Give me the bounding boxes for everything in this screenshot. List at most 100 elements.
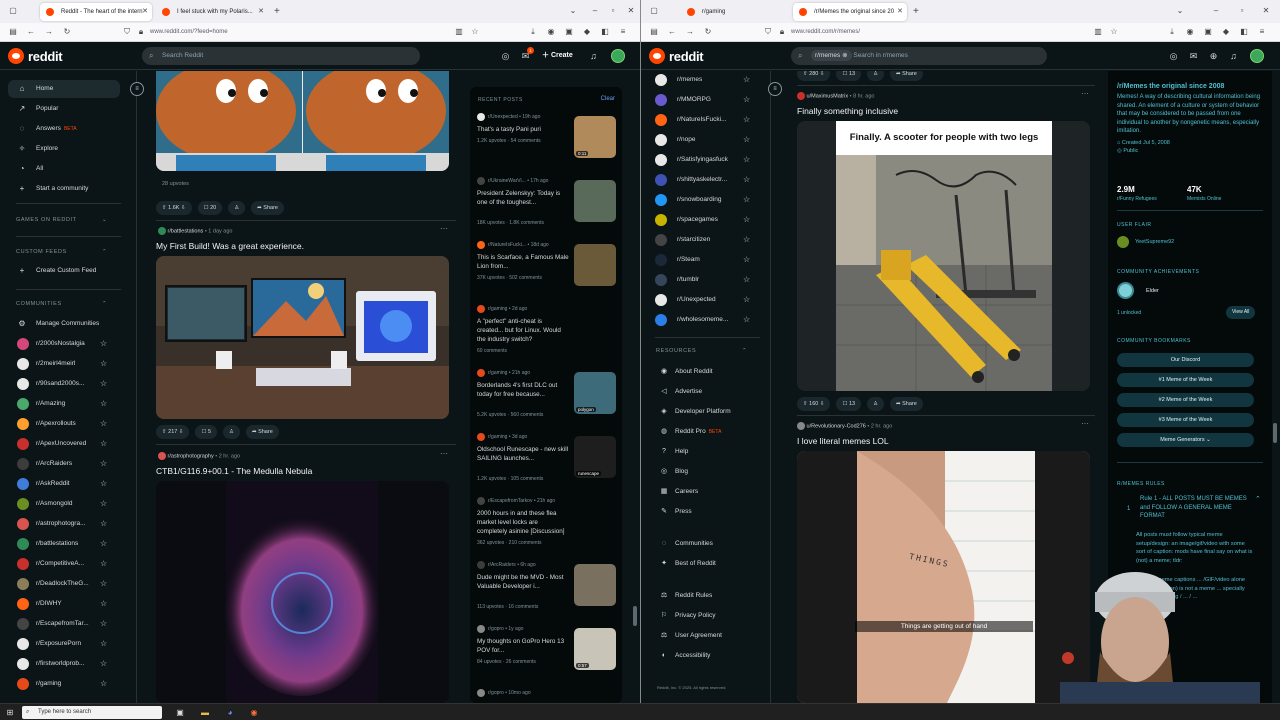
nav-popular[interactable]: ↗ Popular bbox=[8, 100, 120, 118]
advertise-icon[interactable]: ◎ bbox=[500, 51, 511, 62]
flair-username[interactable]: YeetSupreme92 bbox=[1135, 239, 1174, 245]
community-item[interactable]: r/tumblr ☆ bbox=[653, 271, 765, 289]
avatar[interactable] bbox=[611, 49, 625, 63]
create-button[interactable]: ＋ Create bbox=[542, 50, 573, 62]
extension-icon[interactable]: ▣ bbox=[1203, 27, 1213, 37]
taskbar-search[interactable]: ⌕ Type here to search bbox=[22, 706, 162, 719]
favorite-star-icon[interactable]: ☆ bbox=[100, 335, 107, 353]
extension-icon[interactable]: ◧ bbox=[1239, 27, 1249, 37]
new-tab-icon[interactable]: + bbox=[913, 3, 919, 21]
resource-help[interactable]: ? Help bbox=[653, 443, 765, 461]
discord-icon[interactable]: ◕ bbox=[224, 707, 236, 718]
vote-pill[interactable]: ⇧ 1.6K ⇩ bbox=[156, 201, 192, 215]
advertise-icon[interactable]: ◎ bbox=[1168, 51, 1179, 62]
bookmark-meme-week-2[interactable]: #2 Meme of the Week bbox=[1117, 393, 1254, 407]
favorite-star-icon[interactable]: ☆ bbox=[100, 415, 107, 433]
community-item[interactable]: r/ApexUncovered ☆ bbox=[8, 435, 120, 453]
nav-home[interactable]: ⌂ Home bbox=[8, 80, 120, 98]
close-window-icon[interactable]: ✕ bbox=[626, 6, 636, 16]
list-tabs-icon[interactable]: ⌄ bbox=[568, 6, 578, 16]
favorite-star-icon[interactable]: ☆ bbox=[743, 311, 750, 329]
share-button[interactable]: ➦ Share bbox=[890, 397, 923, 411]
clear-button[interactable]: Clear bbox=[601, 96, 615, 102]
favorite-star-icon[interactable]: ☆ bbox=[100, 675, 107, 693]
recent-post-item[interactable]: r/NatureIsFucki... • 18d ago This is Scar… bbox=[477, 241, 617, 302]
extension-icon[interactable]: ▣ bbox=[564, 27, 574, 37]
sidebar-icon[interactable]: ▤ bbox=[649, 27, 659, 37]
community-item[interactable]: r/starcitizen ☆ bbox=[653, 231, 765, 249]
community-item[interactable]: r/snowboarding ☆ bbox=[653, 191, 765, 209]
resource-blog[interactable]: ◎ Blog bbox=[653, 463, 765, 481]
tab-polaris[interactable]: I feel stuck with my Polaris... ✕ bbox=[156, 3, 268, 21]
close-tab-icon[interactable]: ✕ bbox=[897, 3, 903, 21]
post-title[interactable]: I love literal memes LOL bbox=[797, 436, 889, 446]
favorite-star-icon[interactable]: ☆ bbox=[743, 211, 750, 229]
share-button[interactable]: ➦ Share bbox=[245, 425, 279, 439]
community-item[interactable]: r/Unexpected ☆ bbox=[653, 291, 765, 309]
resource-dev[interactable]: ◈ Developer Platform bbox=[653, 403, 765, 421]
reddit-logo[interactable]: reddit bbox=[649, 48, 704, 64]
favorite-star-icon[interactable]: ☆ bbox=[743, 291, 750, 309]
maximize-icon[interactable]: ▫ bbox=[608, 6, 618, 16]
user-name[interactable]: u/MaximusMatrix bbox=[807, 93, 849, 99]
tab-overview-icon[interactable]: ▢ bbox=[649, 6, 659, 16]
favorite-star-icon[interactable]: ☆ bbox=[100, 375, 107, 393]
share-button[interactable]: ➦ Share bbox=[890, 71, 923, 81]
recent-post-item[interactable]: r/UkraineWarVi... • 17h ago President Zel… bbox=[477, 177, 617, 238]
menu-icon[interactable]: ≡ bbox=[618, 27, 628, 37]
post-image-scooter[interactable]: Finally. A scooter for people with two l… bbox=[797, 121, 1090, 391]
extension-icon[interactable]: ◉ bbox=[1185, 27, 1195, 37]
reload-icon[interactable]: ↻ bbox=[62, 27, 72, 37]
collapse-sidebar-button[interactable]: ≡ bbox=[768, 82, 782, 96]
list-tabs-icon[interactable]: ⌄ bbox=[1175, 6, 1185, 16]
favorite-star-icon[interactable]: ☆ bbox=[743, 111, 750, 129]
maximize-icon[interactable]: ▫ bbox=[1237, 6, 1247, 16]
award-button[interactable]: ♙ bbox=[867, 397, 884, 411]
section-custom-feeds[interactable]: CUSTOM FEEDS ⌃ bbox=[16, 249, 107, 255]
resource-best[interactable]: ✦ Best of Reddit bbox=[653, 555, 765, 573]
resource-reddit[interactable]: ◉ About Reddit bbox=[653, 363, 765, 381]
reader-icon[interactable]: ▥ bbox=[1093, 27, 1103, 37]
nav-answers[interactable]: ◌ Answers BETA bbox=[8, 120, 120, 138]
favorite-star-icon[interactable]: ☆ bbox=[100, 575, 107, 593]
rule-title[interactable]: Rule 1 - ALL POSTS MUST BE MEMES and FOL… bbox=[1140, 495, 1248, 521]
favorite-star-icon[interactable]: ☆ bbox=[743, 91, 750, 109]
recent-post-item[interactable]: r/gaming • 2d ago A "perfect" anti-cheat … bbox=[477, 305, 617, 366]
chevron-up-icon[interactable]: ⌃ bbox=[1255, 495, 1261, 503]
favorite-star-icon[interactable]: ☆ bbox=[743, 231, 750, 249]
more-options-icon[interactable]: ⋯ bbox=[440, 224, 448, 233]
chat-icon[interactable]: ✉ bbox=[1188, 51, 1199, 62]
post-title[interactable]: My First Build! Was a great experience. bbox=[156, 241, 304, 251]
bookmark-meme-week-3[interactable]: #3 Meme of the Week bbox=[1117, 413, 1254, 427]
award-button[interactable]: ♙ bbox=[228, 201, 246, 215]
reload-icon[interactable]: ↻ bbox=[703, 27, 713, 37]
search-input[interactable]: ⌕ r/memes ⊗ Search in r/memes bbox=[791, 47, 1047, 65]
url-bar[interactable]: www.reddit.com/?feed=home bbox=[150, 27, 228, 38]
avatar[interactable] bbox=[1250, 49, 1264, 63]
community-item[interactable]: r/AskReddit ☆ bbox=[8, 475, 120, 493]
section-communities[interactable]: COMMUNITIES ⌃ bbox=[16, 301, 107, 307]
community-item[interactable]: r/EscapefromTar... ☆ bbox=[8, 615, 120, 633]
community-item[interactable]: r/Satisfyingasfuck ☆ bbox=[653, 151, 765, 169]
favorite-star-icon[interactable]: ☆ bbox=[100, 535, 107, 553]
download-icon[interactable]: ⤓ bbox=[1167, 27, 1177, 37]
recent-post-item[interactable]: r/ArcRaiders • 6h ago Dude might be the M… bbox=[477, 561, 617, 622]
community-item[interactable]: r/gaming ☆ bbox=[8, 675, 120, 693]
comments-button[interactable]: ☐ 5 bbox=[195, 425, 217, 439]
scrollbar-thumb[interactable] bbox=[1273, 423, 1277, 443]
favorite-star-icon[interactable]: ☆ bbox=[100, 555, 107, 573]
community-item[interactable]: r/nope ☆ bbox=[653, 131, 765, 149]
scrollbar-thumb[interactable] bbox=[633, 606, 637, 626]
community-item[interactable]: r/spacegames ☆ bbox=[653, 211, 765, 229]
shield-icon[interactable]: ⛉ bbox=[122, 27, 132, 37]
sidebar-icon[interactable]: ▤ bbox=[8, 27, 18, 37]
community-item[interactable]: r/Asmongold ☆ bbox=[8, 495, 120, 513]
firefox-icon[interactable]: ◉ bbox=[248, 707, 260, 718]
new-tab-icon[interactable]: + bbox=[274, 3, 280, 21]
community-item[interactable]: r/MMORPG ☆ bbox=[653, 91, 765, 109]
sub-name[interactable]: r/battlestations bbox=[168, 228, 204, 234]
close-tab-icon[interactable]: ✕ bbox=[142, 3, 148, 21]
community-item[interactable]: r/ExposurePorn ☆ bbox=[8, 635, 120, 653]
community-item[interactable]: r/NatureIsFucki... ☆ bbox=[653, 111, 765, 129]
post-title[interactable]: CTB1/G116.9+00.1 - The Medulla Nebula bbox=[156, 466, 312, 476]
